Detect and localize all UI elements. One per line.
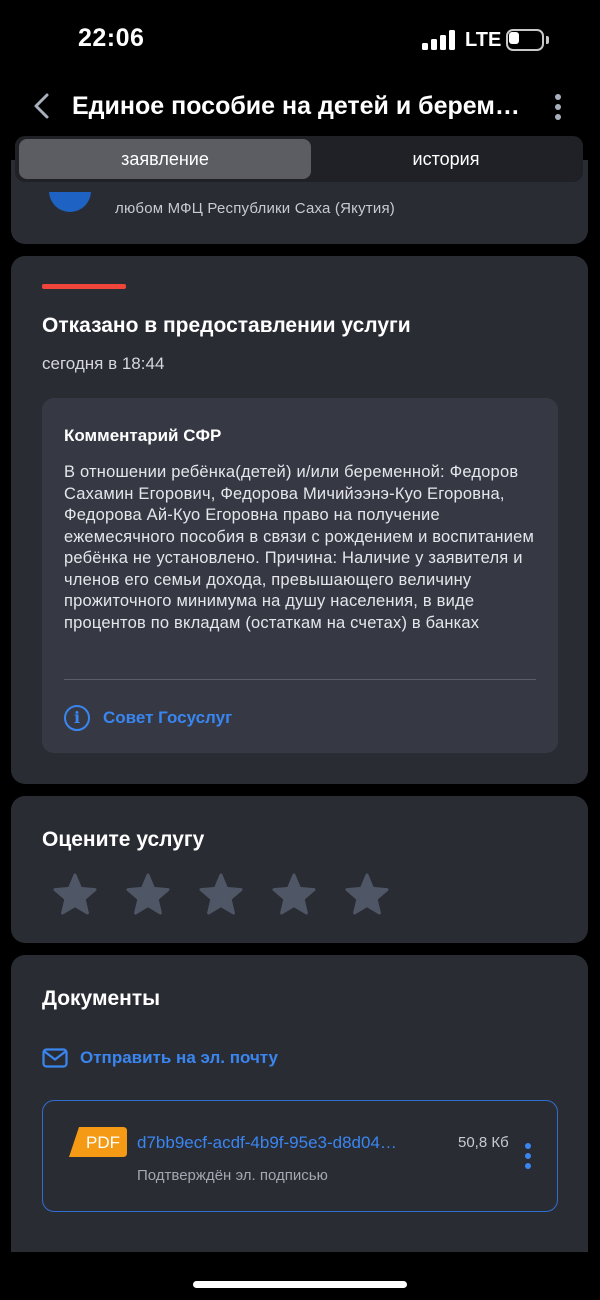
send-email-link[interactable]: Отправить на эл. почту [42,1045,278,1071]
app-header: Единое пособие на детей и беременным [0,80,600,136]
advice-link-label: Совет Госуслуг [103,708,233,727]
rating-card: Оцените услугу [11,796,588,943]
star-icon[interactable] [343,872,391,918]
pdf-icon: PDF [69,1127,127,1157]
segmented-tabs: заявление история [15,136,583,182]
star-icon[interactable] [124,872,172,918]
comment-title: Комментарий СФР [64,426,222,445]
chevron-left-icon[interactable] [30,90,56,122]
more-vertical-icon[interactable] [546,92,570,122]
mail-icon [42,1048,68,1068]
comment-text: В отношении ребёнка(детей) и/или беремен… [64,463,535,632]
comment-box: Комментарий СФР В отношении ребёнка(дете… [42,398,558,753]
star-rating [51,872,416,918]
mfc-text: любом МФЦ Республики Саха (Якутия) [115,200,395,217]
status-time: 22:06 [78,24,145,52]
document-more-icon[interactable] [521,1143,535,1169]
document-signature-status: Подтверждён эл. подписью [137,1167,328,1184]
home-indicator[interactable] [193,1281,407,1288]
document-size: 50,8 Кб [458,1134,509,1151]
status-card: Отказано в предоставлении услуги сегодня… [11,256,588,784]
network-label: LTE [465,29,502,51]
rating-title: Оцените услугу [42,828,205,851]
tab-history[interactable]: история [313,139,579,179]
tab-application[interactable]: заявление [19,139,311,179]
screen: 22:06 LTE Единое пособие на детей и бере… [0,0,600,1300]
divider [64,679,536,680]
signal-icon [422,30,456,50]
star-icon[interactable] [270,872,318,918]
status-accent-line [42,284,126,289]
status-bar: 22:06 LTE [0,0,600,80]
pdf-label: PDF [86,1133,120,1152]
page-title: Единое пособие на детей и беременным [72,92,522,120]
status-title: Отказано в предоставлении услуги [42,314,411,337]
document-name[interactable]: d7bb9ecf-acdf-4b9f-95e3-d8d04… [137,1133,449,1153]
documents-title: Документы [42,987,161,1010]
battery-icon [506,29,549,51]
document-item[interactable]: PDF d7bb9ecf-acdf-4b9f-95e3-d8d04… 50,8 … [42,1100,558,1212]
info-icon: i [64,705,90,731]
advice-link[interactable]: i Совет Госуслуг [64,704,232,732]
send-email-label: Отправить на эл. почту [80,1048,279,1067]
status-date: сегодня в 18:44 [42,354,165,373]
star-icon[interactable] [197,872,245,918]
documents-card: Документы Отправить на эл. почту PDF d7b… [11,955,588,1252]
star-icon[interactable] [51,872,99,918]
